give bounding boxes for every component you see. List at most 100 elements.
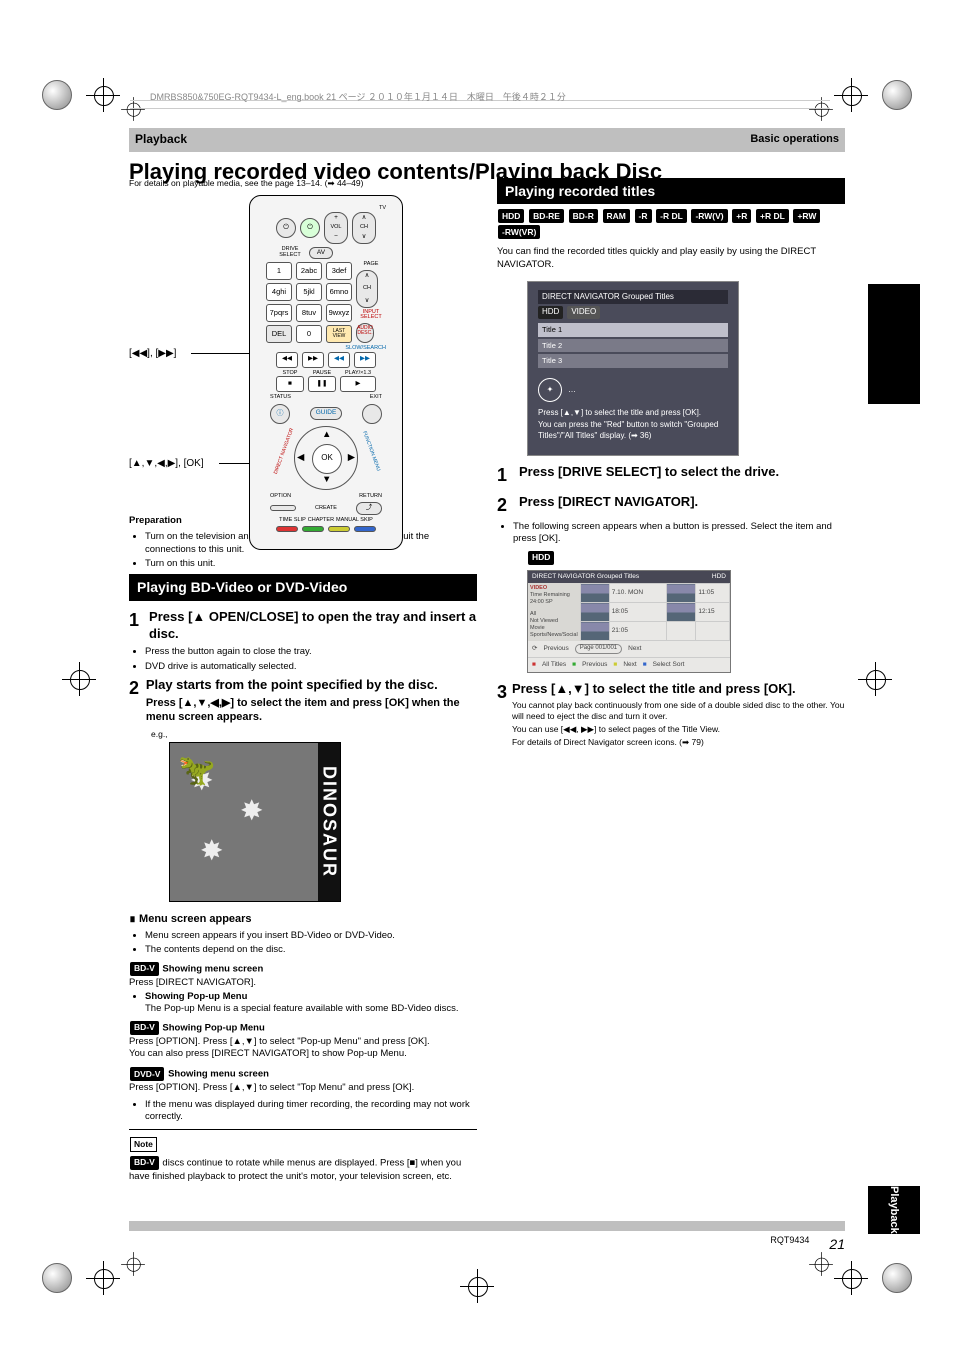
- pause-button[interactable]: ❚❚: [308, 376, 336, 392]
- yellow-button[interactable]: [328, 526, 350, 532]
- input-select-label: INPUT SELECT: [356, 310, 386, 321]
- step1-text: Press [▲ OPEN/CLOSE] to open the tray an…: [149, 609, 477, 643]
- key-4[interactable]: 4ghi: [266, 283, 292, 301]
- menu-footer1: Menu screen appears if you insert BD-Vid…: [145, 930, 477, 942]
- key-2[interactable]: 2abc: [296, 262, 322, 280]
- step1-num: 1: [129, 609, 149, 643]
- disc-badge: HDD: [498, 209, 524, 223]
- dvdv-badge: DVD-V: [130, 1067, 164, 1081]
- key-0[interactable]: 0: [296, 325, 322, 343]
- popup-title2: Showing Pop-up Menu: [162, 1022, 264, 1033]
- menu-heading: ∎ Menu screen appears: [129, 912, 477, 926]
- nav-ring[interactable]: ▲ ▼ ◀ ▶ OK: [294, 426, 358, 490]
- create-label: CREATE: [315, 506, 337, 512]
- rstep1-text: Press [DRIVE SELECT] to select the drive…: [519, 464, 779, 487]
- hdd-badge: HDD: [528, 551, 554, 565]
- disc-badge: +R: [732, 209, 751, 223]
- bdv-badge-2: BD-V: [130, 1021, 159, 1035]
- time-slip-label: TIME SLIP: [279, 518, 306, 524]
- key-6[interactable]: 6mno: [326, 283, 352, 301]
- direct-nav-grid: DIRECT NAVIGATOR Grouped Titles HDD VIDE…: [527, 570, 731, 674]
- footer-code: RQT9434: [770, 1235, 809, 1253]
- disc-badge: -RW(V): [691, 209, 727, 223]
- del-button[interactable]: DEL: [266, 325, 292, 343]
- disc-badge: BD-R: [569, 209, 598, 223]
- chapter-label: CHAPTER: [308, 518, 334, 524]
- side-tab-text: Playback: [887, 1186, 901, 1234]
- return-button[interactable]: ⤴: [356, 502, 382, 515]
- red-button[interactable]: [276, 526, 298, 532]
- bdv-heading: Playing BD-Video or DVD-Video: [129, 574, 477, 600]
- rstep3-sub1: You cannot play back continuously from o…: [512, 700, 845, 722]
- note-badge: Note: [130, 1137, 157, 1151]
- tv-power-icon[interactable]: ⏻: [300, 218, 320, 238]
- guide-button[interactable]: GUIDE: [310, 407, 342, 420]
- rewind-button[interactable]: ◀◀: [328, 352, 350, 368]
- popup-line2: Press [OPTION]. Press [▲,▼] to select "P…: [129, 1036, 477, 1048]
- ffwd-button[interactable]: ▶▶: [354, 352, 376, 368]
- dvd-cover-illustration: DINOSAUR ✸ ✸ ✸ 🦖: [169, 742, 341, 902]
- status-label: STATUS: [270, 395, 291, 401]
- vol-rocker[interactable]: +VOL−: [324, 212, 348, 244]
- intro-text: For details on playable media, see the p…: [129, 178, 477, 189]
- direct-nav-screen: DIRECT NAVIGATOR Grouped Titles HDD VIDE…: [527, 281, 739, 456]
- play-button[interactable]: ▶: [340, 376, 376, 392]
- last-view-button[interactable]: LAST VIEW: [326, 325, 352, 343]
- option-button[interactable]: [270, 505, 296, 511]
- exit-label: EXIT: [370, 395, 382, 401]
- callout-skip: [◀◀], [▶▶]: [129, 347, 176, 360]
- menu-footer2: The contents depend on the disc.: [145, 944, 477, 956]
- menu-showing-intro: Showing menu screen: [162, 963, 263, 974]
- skip-back-button[interactable]: ◀◀: [276, 352, 298, 368]
- popup-title: Showing Pop-up Menu: [145, 991, 247, 1002]
- status-button[interactable]: ⓘ: [270, 404, 290, 424]
- step1-sub1: Press the button again to close the tray…: [145, 646, 477, 658]
- av-button[interactable]: AV: [309, 247, 333, 260]
- disc-badge: +R DL: [756, 209, 789, 223]
- step2-num: 2: [129, 677, 146, 724]
- exit-button[interactable]: [362, 404, 382, 424]
- key-5[interactable]: 5jkl: [296, 283, 322, 301]
- key-7[interactable]: 7pqrs: [266, 304, 292, 322]
- right-heading: Playing recorded titles: [497, 178, 845, 204]
- menu-showing-intro-2: Showing menu screen: [168, 1069, 269, 1080]
- footer-page: 21: [829, 1235, 845, 1253]
- section-left: Playback: [135, 132, 187, 148]
- step2-text: Play starts from the point specified by …: [146, 677, 477, 694]
- green-button[interactable]: [302, 526, 324, 532]
- key-9[interactable]: 9wxyz: [326, 304, 352, 322]
- side-tab: [868, 284, 920, 404]
- rstep3-sub3: For details of Direct Navigator screen i…: [512, 737, 845, 748]
- final-bullet: If the menu was displayed during timer r…: [145, 1099, 477, 1124]
- rstep2-bullet: The following screen appears when a butt…: [513, 521, 845, 546]
- key-1[interactable]: 1: [266, 262, 292, 280]
- top-menu-line: Press [OPTION]. Press [▲,▼] to select "T…: [129, 1082, 477, 1094]
- power-icon[interactable]: ⏻: [276, 218, 296, 238]
- key-3[interactable]: 3def: [326, 262, 352, 280]
- stop-button[interactable]: ■: [276, 376, 304, 392]
- disc-badge: BD-RE: [529, 209, 564, 223]
- right-intro: You can find the recorded titles quickly…: [497, 246, 845, 271]
- step1-sub2: DVD drive is automatically selected.: [145, 661, 477, 673]
- option-label: OPTION: [270, 494, 291, 500]
- note-text: discs continue to rotate while menus are…: [129, 1157, 461, 1182]
- ok-button[interactable]: OK: [312, 444, 342, 474]
- blue-button[interactable]: [354, 526, 376, 532]
- ch-rocker-tv[interactable]: ∧CH∨: [352, 212, 376, 244]
- rstep3-text: Press [▲,▼] to select the title and pres…: [512, 681, 845, 698]
- rstep2-num: 2: [497, 494, 519, 517]
- section-right: Basic operations: [750, 132, 839, 148]
- ch-rocker[interactable]: ∧CH∨: [356, 270, 378, 308]
- doc-filename: DMRBS850&750EG-RQT9434-L_eng.book 21 ページ…: [150, 92, 566, 104]
- disc-badge: -RW(VR): [498, 225, 540, 239]
- disc-badge: -R: [635, 209, 652, 223]
- bdv-badge-1: BD-V: [130, 962, 159, 976]
- audio-desc-button[interactable]: AUDIO DESC.: [356, 323, 374, 343]
- rstep3-num: 3: [497, 681, 512, 748]
- step2-sub: Press [▲,▼,◀,▶] to select the item and p…: [146, 696, 477, 725]
- key-8[interactable]: 8tuv: [296, 304, 322, 322]
- skip-fwd-button[interactable]: ▶▶: [302, 352, 324, 368]
- bdv-badge-3: BD-V: [130, 1156, 159, 1170]
- rstep2-text: Press [DIRECT NAVIGATOR].: [519, 494, 698, 517]
- callout-arrows: [▲,▼,◀,▶], [OK]: [129, 457, 204, 470]
